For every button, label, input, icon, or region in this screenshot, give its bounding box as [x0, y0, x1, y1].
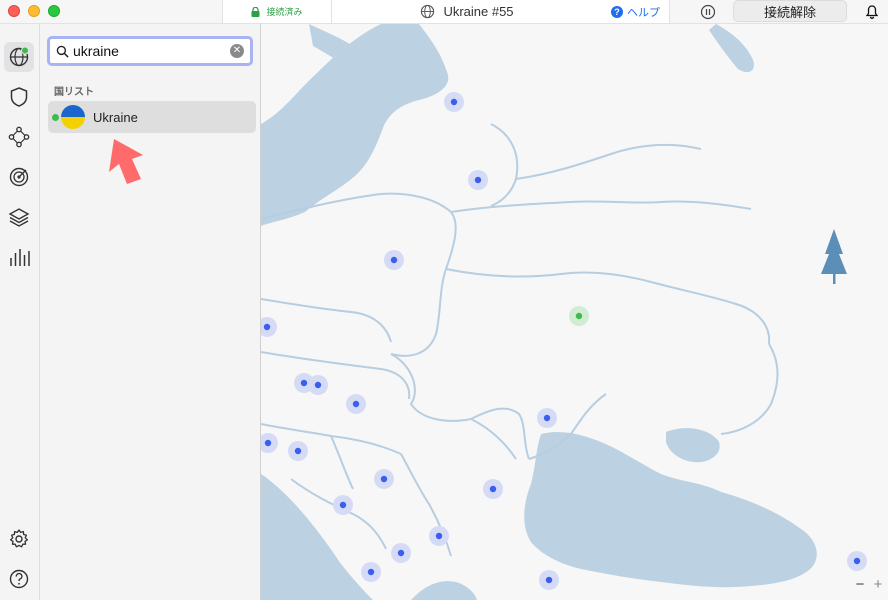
title-bar: 接続済み Ukraine #55 ? ヘルプ 接続解除 [0, 0, 888, 24]
connection-status: 接続済み [222, 0, 332, 23]
lock-icon [251, 6, 260, 17]
search-panel: ✕ 国リスト Ukraine [40, 24, 261, 600]
nav-statistics[interactable] [4, 242, 34, 272]
pause-shield-icon [700, 4, 716, 19]
pointer-arrow-icon [109, 139, 143, 184]
country-list-heading: 国リスト [54, 87, 94, 98]
server-name-text: Ukraine #55 [443, 4, 514, 19]
nav-meshnet[interactable] [4, 122, 34, 152]
globe-icon [421, 4, 435, 19]
world-map[interactable] [261, 24, 888, 600]
country-name: Ukraine [93, 109, 138, 125]
nav-help[interactable] [4, 564, 34, 594]
adriatic-sea [261, 474, 373, 600]
question-icon [9, 569, 29, 589]
nav-dark-web-monitor[interactable] [4, 162, 34, 192]
clear-search-button[interactable]: ✕ [230, 44, 244, 58]
target-icon [9, 167, 29, 187]
layers-icon [8, 208, 30, 227]
close-window-button[interactable] [8, 5, 20, 17]
nav-split-tunneling[interactable] [4, 202, 34, 232]
minimize-window-button[interactable] [28, 5, 40, 17]
gear-icon [9, 529, 29, 548]
white-sea-inlet [709, 24, 754, 73]
nav-settings[interactable] [4, 524, 34, 554]
search-icon [56, 45, 69, 58]
shield-icon [10, 87, 28, 107]
nav-threat-protection[interactable] [4, 82, 34, 112]
nav-rail [0, 24, 40, 600]
country-item-ukraine[interactable]: Ukraine [48, 101, 256, 133]
sea-of-azov [666, 428, 720, 463]
zoom-in-button[interactable]: + [871, 576, 885, 593]
globe-connected-icon [9, 46, 29, 67]
zoom-window-button[interactable] [48, 5, 60, 17]
search-input[interactable] [73, 43, 223, 59]
zoom-out-button[interactable]: − [853, 576, 867, 593]
bell-icon [866, 4, 878, 19]
notifications-button[interactable] [862, 0, 882, 23]
help-icon: ? [611, 5, 623, 18]
nav-vpn[interactable] [4, 42, 34, 72]
disconnect-button[interactable]: 接続解除 [733, 0, 847, 22]
meshnet-icon [8, 126, 30, 148]
black-sea [524, 431, 817, 588]
map-canvas [261, 24, 867, 600]
bar-chart-icon [10, 249, 30, 266]
aegean-sea [411, 581, 477, 600]
connected-indicator [52, 113, 59, 121]
ukraine-flag-icon [61, 105, 85, 129]
tree-icon [821, 229, 847, 284]
connection-status-text: 接続済み [266, 7, 303, 17]
search-box[interactable]: ✕ [47, 36, 253, 66]
help-label: ヘルプ [627, 6, 660, 19]
pause-button[interactable] [696, 0, 720, 23]
server-name: Ukraine #55 [332, 0, 602, 23]
help-button[interactable]: ? ヘルプ [602, 0, 670, 23]
